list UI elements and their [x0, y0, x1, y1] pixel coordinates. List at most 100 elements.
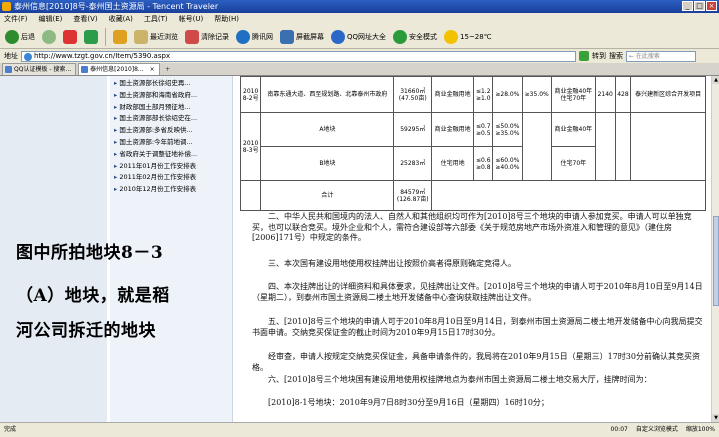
- clock-icon: [134, 29, 148, 44]
- window-controls: _ □ ×: [682, 1, 717, 11]
- news-item[interactable]: 2011年01月份工作安排表: [112, 161, 232, 173]
- toolbar: 后退 最近浏览 清除记录 腾讯网 屏截屏幕 QQ网址大全 安全模式 15~28℃: [0, 25, 719, 49]
- table-cell: 住宅70年: [550, 146, 596, 181]
- vertical-scrollbar[interactable]: ▲ ▼: [711, 76, 719, 422]
- table-cell: ≤0.7 ≥0.5: [473, 112, 494, 147]
- table-cell: 31660㎡ (47.50亩): [393, 76, 432, 113]
- window-title-bar: 泰州信息[2010]8号-泰州国土资源局 - Tencent Traveler …: [0, 0, 719, 13]
- scroll-thumb[interactable]: [713, 216, 719, 306]
- news-item[interactable]: 省政府关于调整征地补偿...: [112, 149, 232, 161]
- table-cell: ≤0.6 ≥0.8: [473, 146, 494, 181]
- menu-bar: 文件(F) 编辑(E) 查看(V) 收藏(A) 工具(T) 帐号(U) 帮助(H…: [0, 13, 719, 25]
- table-cell: A地块: [260, 112, 395, 147]
- scroll-down-arrow-icon[interactable]: ▼: [712, 414, 719, 422]
- back-button[interactable]: 后退: [3, 27, 37, 47]
- table-cell: [521, 112, 552, 181]
- url-input[interactable]: http://www.tzgt.gov.cn/Item/5390.aspx: [21, 50, 576, 62]
- table-cell: 商业金融用地: [430, 76, 475, 113]
- weather-widget[interactable]: 15~28℃: [442, 27, 494, 47]
- toolbar-separator: [105, 27, 106, 46]
- search-input[interactable]: ← 在此搜索: [626, 50, 696, 62]
- forward-button[interactable]: [40, 27, 58, 47]
- table-cell: [594, 112, 616, 181]
- table-cell: [630, 112, 706, 181]
- sun-icon: [444, 29, 459, 44]
- tab-taizhou-info[interactable]: 泰州信息[2010]8... ×: [78, 63, 160, 75]
- news-item[interactable]: 国土资源部和海南省政府...: [112, 90, 232, 102]
- table-cell: 2010 8-3号: [239, 112, 262, 181]
- page-content: 国土资源部长徐绍史再... 国土资源部和海南省政府... 财政部国土部月预征地.…: [0, 76, 711, 422]
- menu-tools[interactable]: 工具(T): [144, 13, 168, 25]
- table-cell: 合计: [260, 180, 395, 211]
- menu-favorites[interactable]: 收藏(A): [109, 13, 133, 25]
- safe-mode-button[interactable]: 安全模式: [391, 27, 439, 47]
- tab-qq-template[interactable]: QQ认证模板 - 搜索...: [2, 63, 77, 75]
- status-right: 00:07 自定义浏览模式 缩放100%: [611, 423, 715, 437]
- status-bar: 完成 00:07 自定义浏览模式 缩放100%: [0, 422, 719, 437]
- tab-favicon-icon: [81, 66, 89, 73]
- table-cell: B地块: [260, 146, 395, 181]
- table-row: 合计 84579㎡ (126.87亩): [239, 180, 706, 211]
- paragraph-7: 六、[2010]8号三个地块国有建设用地使用权挂牌地点为泰州市国土资源局二楼土地…: [268, 375, 652, 384]
- go-button[interactable]: 转到: [592, 51, 606, 61]
- clear-history-button[interactable]: 清除记录: [183, 27, 231, 47]
- paragraph-2: 二、中华人民共和国境内的法人、自然人和其他组织均可作为[2010]8号三个地块的…: [252, 212, 692, 242]
- news-item[interactable]: 国土资源部:今年前地调...: [112, 137, 232, 149]
- refresh-icon: [84, 29, 98, 44]
- status-time: 00:07: [610, 426, 628, 433]
- menu-account[interactable]: 帐号(U): [179, 13, 204, 25]
- close-button[interactable]: ×: [706, 1, 717, 11]
- table-row: 2010 8-2号 南靠东通大道、西至规划路、北靠泰州市政府 31660㎡ (4…: [239, 76, 706, 113]
- scroll-up-arrow-icon[interactable]: ▲: [712, 76, 719, 84]
- back-label: 后退: [21, 32, 35, 41]
- maximize-button[interactable]: □: [694, 1, 705, 11]
- menu-help[interactable]: 帮助(H): [214, 13, 239, 25]
- zoom-level[interactable]: 缩放100%: [686, 423, 715, 437]
- browse-mode[interactable]: 自定义浏览模式: [636, 423, 678, 437]
- table-cell: ≥35.0%: [521, 76, 552, 113]
- news-item[interactable]: 国土资源部:多省反映供...: [112, 125, 232, 137]
- tab-label: 泰州信息[2010]8...: [90, 66, 144, 73]
- news-item[interactable]: 财政部国土部月预征地...: [112, 102, 232, 114]
- qq-globe-icon: [331, 29, 345, 44]
- home-button[interactable]: [111, 27, 129, 47]
- window-title: 泰州信息[2010]8号-泰州国土资源局 - Tencent Traveler: [14, 2, 219, 11]
- recent-button[interactable]: 最近浏览: [132, 27, 180, 47]
- status-text: 完成: [4, 426, 17, 433]
- home-icon: [113, 29, 127, 44]
- search-label: 搜索: [609, 52, 623, 60]
- go-icon[interactable]: [579, 51, 589, 61]
- page-globe-icon: [24, 52, 32, 61]
- table-cell: 2010 8-2号: [239, 76, 262, 113]
- menu-view[interactable]: 查看(V): [73, 13, 97, 25]
- stop-button[interactable]: [61, 27, 79, 47]
- parcel-table: 2010 8-2号 南靠东通大道、西至规划路、北靠泰州市政府 31660㎡ (4…: [239, 76, 706, 211]
- news-list: 国土资源部长徐绍史再... 国土资源部和海南省政府... 财政部国土部月预征地.…: [110, 76, 232, 196]
- table-cell: ≤1.2 ≥1.0: [473, 76, 494, 113]
- table-cell: 泰兴建新区综合开发项目: [630, 76, 706, 113]
- news-item[interactable]: 国土资源部长徐绍史再...: [112, 78, 232, 90]
- screenshot-button[interactable]: 屏截屏幕: [278, 27, 326, 47]
- screenshot-icon: [280, 29, 294, 44]
- address-label: 地址: [4, 52, 18, 60]
- refresh-button[interactable]: [82, 27, 100, 47]
- tab-close-icon[interactable]: ×: [150, 66, 155, 73]
- paragraph-3: 三、本次国有建设用地使用权挂牌出让按照价高者得原则确定竞得人。: [268, 259, 516, 268]
- news-item[interactable]: 2010年12月份工作安排表: [112, 184, 232, 196]
- weather-label: 15~28℃: [460, 32, 492, 41]
- weibo-button[interactable]: 腾讯网: [234, 27, 275, 47]
- overlay-caption-line-2: （A）地块，就是稻: [16, 286, 170, 306]
- table-cell: ≤60.0% ≥40.0%: [492, 146, 523, 181]
- address-bar: 地址 http://www.tzgt.gov.cn/Item/5390.aspx…: [0, 49, 719, 63]
- table-row: 2010 8-3号 A地块 59295㎡ 商业金融用地 ≤0.7 ≥0.5 ≤5…: [239, 112, 706, 181]
- menu-edit[interactable]: 编辑(E): [39, 13, 63, 25]
- news-item[interactable]: 2011年02月份工作安排表: [112, 172, 232, 184]
- news-item[interactable]: 国土资源部部长徐绍史在...: [112, 113, 232, 125]
- new-tab-button[interactable]: +: [162, 65, 174, 75]
- minimize-button[interactable]: _: [682, 1, 693, 11]
- table-cell: 商业金融40年 住宅70年: [550, 76, 596, 113]
- eraser-icon: [185, 29, 199, 44]
- menu-file[interactable]: 文件(F): [4, 13, 28, 25]
- qq-site-button[interactable]: QQ网址大全: [329, 27, 388, 47]
- table-cell: 84579㎡ (126.87亩): [393, 180, 432, 211]
